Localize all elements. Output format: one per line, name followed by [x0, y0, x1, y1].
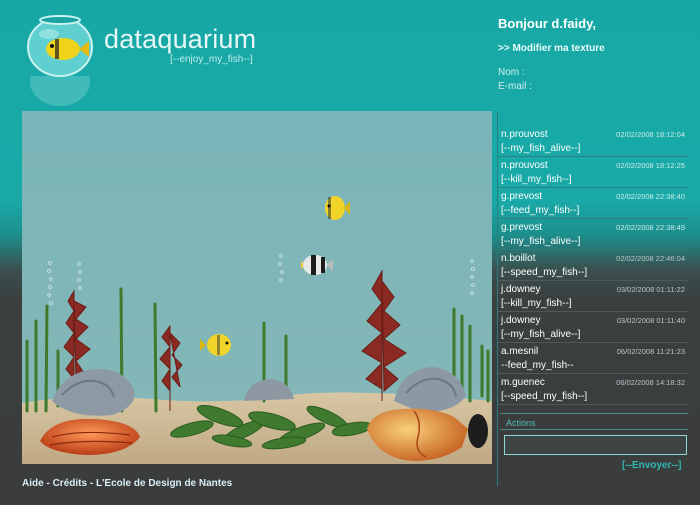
list-item: n.prouvost 02/02/2008 18:12:04 [--my_fis… [498, 126, 688, 157]
fishbowl-logo-icon [27, 15, 93, 77]
message-time: 02/02/2008 18:12:25 [616, 161, 685, 170]
actions-divider-bottom [500, 429, 688, 430]
message-action: [--speed_my_fish--] [501, 391, 588, 402]
brand-title: dataquarium [104, 24, 257, 54]
message-action: [--my_fish_alive--] [501, 143, 581, 154]
list-item: g.prevost 02/02/2008 22:38:49 [--my_fish… [498, 219, 688, 250]
list-item: n.prouvost 02/02/2008 18:12:25 [--kill_m… [498, 157, 688, 188]
message-action: [--feed_my_fish--] [501, 205, 580, 216]
list-item: j.downey 03/02/2008 01:11:40 [--my_fish_… [498, 312, 688, 343]
actions-divider-top [500, 413, 688, 414]
message-action: [--my_fish_alive--] [501, 236, 581, 247]
footer-separator: - [46, 478, 50, 489]
list-item: m.guenec 06/02/2008 14:18:32 [--speed_my… [498, 374, 688, 405]
message-time: 02/02/2008 22:46:04 [616, 254, 685, 263]
credits-link[interactable]: Crédits [53, 478, 87, 489]
message-time: 03/02/2008 01:11:22 [616, 285, 685, 294]
school-link[interactable]: L'Ecole de Design de Nantes [96, 478, 232, 489]
email-label: E-mail : [498, 81, 532, 92]
list-item: g.prevost 02/02/2008 22:38:40 [--feed_my… [498, 188, 688, 219]
aide-link[interactable]: Aide [22, 478, 44, 489]
message-list: n.prouvost 02/02/2008 18:12:04 [--my_fis… [498, 126, 688, 405]
fishbowl-reflection [30, 76, 90, 106]
action-input[interactable] [504, 435, 687, 455]
message-time: 03/02/2008 01:11:40 [616, 316, 685, 325]
message-time: 06/02/2008 14:18:32 [616, 378, 685, 387]
message-action: [--speed_my_fish--] [501, 267, 588, 278]
list-item: n.boillot 02/02/2008 22:46:04 [--speed_m… [498, 250, 688, 281]
message-action: [--kill_my_fish--] [501, 174, 572, 185]
list-item: j.downey 03/02/2008 01:11:22 [--kill_my_… [498, 281, 688, 312]
brand-tagline: [--enjoy_my_fish--] [170, 54, 253, 65]
message-action: [--kill_my_fish--] [501, 298, 572, 309]
message-action: --feed_my_fish-- [501, 360, 574, 371]
user-greeting: Bonjour d.faidy, [498, 16, 596, 31]
message-action: [--my_fish_alive--] [501, 329, 581, 340]
message-time: 02/02/2008 18:12:04 [616, 130, 685, 139]
footer-separator: - [89, 478, 94, 489]
message-time: 02/02/2008 22:38:40 [616, 192, 685, 201]
modify-texture-link[interactable]: >> Modifier ma texture [498, 43, 605, 54]
footer: Aide - Crédits - L'Ecole de Design de Na… [22, 478, 232, 489]
aquarium-scene[interactable] [22, 111, 492, 464]
send-button[interactable]: [--Envoyer--] [622, 460, 681, 471]
actions-label: Actions [506, 418, 536, 428]
nom-label: Nom : [498, 67, 525, 78]
message-time: 06/02/2008 11:21:23 [616, 347, 685, 356]
list-item: a.mesnil 06/02/2008 11:21:23 --feed_my_f… [498, 343, 688, 374]
message-time: 02/02/2008 22:38:49 [616, 223, 685, 232]
